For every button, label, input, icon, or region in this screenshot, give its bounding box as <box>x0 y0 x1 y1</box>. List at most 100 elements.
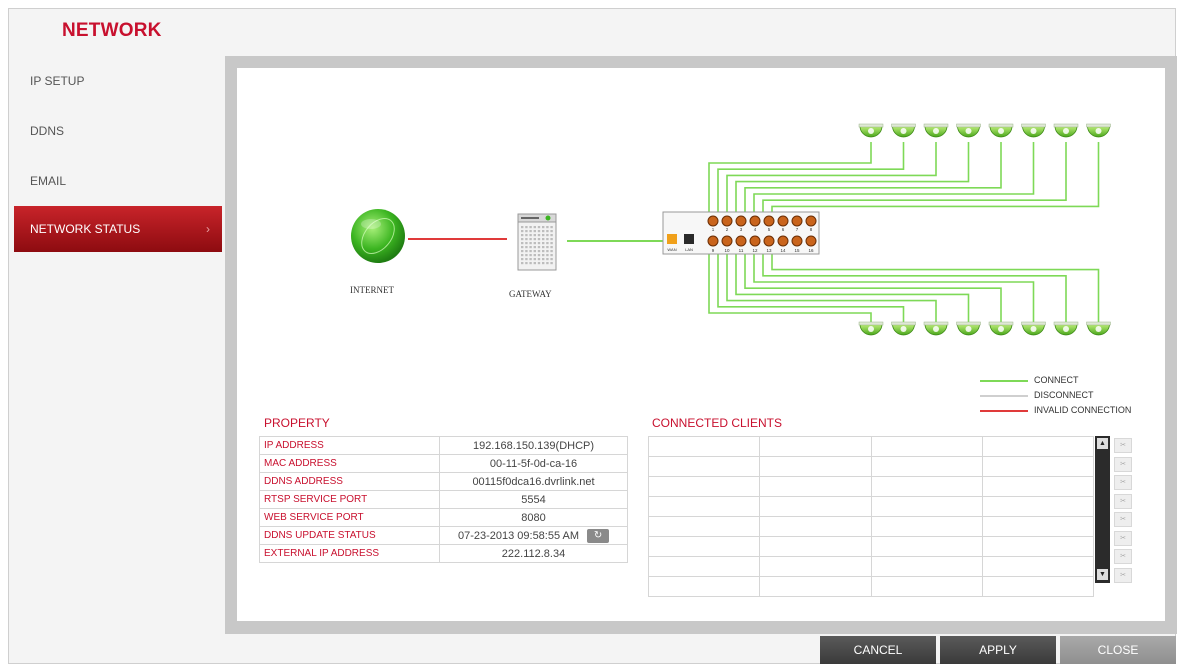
client-cell <box>647 456 761 477</box>
client-cell <box>647 576 761 597</box>
disconnect-client-icon[interactable]: ✂ <box>1114 456 1132 472</box>
camera-port-icon <box>791 235 803 247</box>
close-button[interactable]: CLOSE <box>1060 636 1176 664</box>
camera-port-icon <box>805 215 817 227</box>
camera-icon <box>1021 321 1046 336</box>
client-cell <box>870 576 983 597</box>
client-cell <box>647 476 761 497</box>
sidebar-item-network-status[interactable]: NETWORK STATUS › <box>14 206 222 252</box>
property-title: PROPERTY <box>264 416 330 430</box>
client-cell <box>870 476 983 497</box>
sidebar-item-ip-setup[interactable]: IP SETUP <box>14 58 222 104</box>
camera-icon <box>923 123 949 138</box>
property-value: 5554 <box>439 490 628 509</box>
table-row <box>647 496 1095 517</box>
table-row <box>647 556 1095 577</box>
table-row <box>647 516 1095 537</box>
camera-port-icon <box>707 235 719 247</box>
sidebar-item-ddns[interactable]: DDNS <box>14 108 222 154</box>
client-cell <box>981 576 1095 597</box>
client-cell <box>870 456 983 477</box>
legend-invalid: INVALID CONNECTION <box>980 405 1131 415</box>
client-cell <box>870 556 983 577</box>
disconnect-client-icon[interactable]: ✂ <box>1114 530 1132 546</box>
camera-port-icon <box>791 215 803 227</box>
disconnect-client-icon[interactable]: ✂ <box>1114 475 1132 490</box>
client-cell <box>870 536 983 557</box>
refresh-icon[interactable]: ↻ <box>587 528 610 543</box>
camera-icon <box>988 123 1014 138</box>
client-cell <box>647 516 761 537</box>
camera-port-icon <box>763 215 775 227</box>
table-row: RTSP SERVICE PORT 5554 <box>259 490 628 509</box>
legend-label: DISCONNECT <box>1034 390 1094 400</box>
disconnect-client-icon[interactable]: ✂ <box>1114 493 1132 509</box>
camera-port-icon <box>721 235 733 247</box>
legend-disconnect: DISCONNECT <box>980 390 1094 400</box>
table-row: MAC ADDRESS 00-11-5f-0d-ca-16 <box>259 454 628 473</box>
property-value: 222.112.8.34 <box>439 544 628 563</box>
port-number: 11 <box>739 248 744 253</box>
clients-scrollbar[interactable]: ▲ ▼ <box>1095 436 1110 583</box>
client-cell <box>759 516 872 537</box>
port-number: 12 <box>752 248 758 253</box>
client-cell <box>759 556 872 577</box>
chevron-right-icon: › <box>206 222 210 236</box>
lan-port-icon <box>684 234 694 244</box>
property-key: DDNS UPDATE STATUS <box>259 526 440 545</box>
camera-icon <box>858 123 884 138</box>
client-cell <box>647 496 761 517</box>
client-cell <box>647 556 761 577</box>
client-cell <box>870 516 983 537</box>
property-value: 192.168.150.139(DHCP) <box>439 436 628 455</box>
wan-port-icon <box>667 234 677 244</box>
disconnect-client-icon[interactable]: ✂ <box>1114 512 1132 527</box>
dvr-device-icon: WAN LAN 19210311412513614715816 <box>662 211 820 255</box>
camera-port-icon <box>763 235 775 247</box>
property-table: IP ADDRESS 192.168.150.139(DHCP) MAC ADDR… <box>259 436 628 563</box>
sidebar-item-label: NETWORK STATUS <box>30 222 141 236</box>
wan-port-label: WAN <box>667 247 676 252</box>
client-cell <box>759 456 872 477</box>
scroll-down-icon[interactable]: ▼ <box>1097 569 1108 580</box>
sidebar-item-label: EMAIL <box>30 174 67 188</box>
gateway-server-icon <box>517 213 557 271</box>
camera-icon <box>891 321 916 336</box>
connected-clients-table <box>647 436 1095 597</box>
client-cell <box>981 496 1095 517</box>
disconnect-client-icon[interactable]: ✂ <box>1114 438 1132 453</box>
client-cell <box>759 436 872 457</box>
camera-port-icon <box>721 215 733 227</box>
client-cell <box>759 496 872 517</box>
property-key: RTSP SERVICE PORT <box>259 490 440 509</box>
cancel-button[interactable]: CANCEL <box>820 636 936 664</box>
sidebar-item-label: DDNS <box>30 124 65 138</box>
client-cell <box>759 536 872 557</box>
camera-port-icon <box>735 235 747 247</box>
property-value-cell: 07-23-2013 09:58:55 AM ↻ <box>439 526 628 545</box>
disconnect-client-icon[interactable]: ✂ <box>1114 567 1132 583</box>
internet-globe-icon <box>351 209 405 263</box>
table-row <box>647 436 1095 457</box>
camera-icon <box>1021 123 1046 138</box>
apply-button[interactable]: APPLY <box>940 636 1056 664</box>
table-row <box>647 576 1095 597</box>
port-number: 15 <box>794 248 800 253</box>
disconnect-client-icon[interactable]: ✂ <box>1114 549 1132 564</box>
legend-label: CONNECT <box>1034 375 1079 385</box>
table-row: DDNS ADDRESS 00115f0dca16.dvrlink.net <box>259 472 628 491</box>
legend-label: INVALID CONNECTION <box>1034 405 1132 415</box>
property-value: 07-23-2013 09:58:55 AM <box>457 529 580 542</box>
client-cell <box>981 536 1095 557</box>
property-key: IP ADDRESS <box>259 436 440 455</box>
sidebar-item-email[interactable]: EMAIL <box>14 158 222 204</box>
sidebar-item-label: IP SETUP <box>30 74 85 88</box>
scroll-up-icon[interactable]: ▲ <box>1097 438 1108 449</box>
page-title: NETWORK <box>62 20 162 41</box>
client-cell <box>647 436 761 457</box>
camera-icon <box>1086 321 1111 336</box>
client-cell <box>981 476 1095 497</box>
connected-clients-title: CONNECTED CLIENTS <box>652 416 783 430</box>
client-cell <box>870 436 983 457</box>
client-cell <box>981 556 1095 577</box>
